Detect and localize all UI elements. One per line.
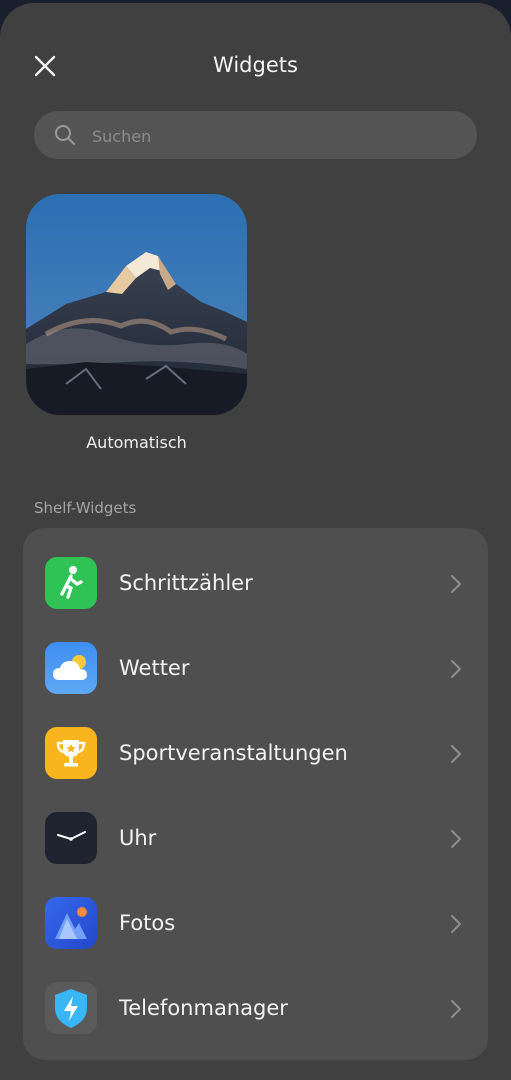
section-label: Shelf-Widgets [34, 499, 137, 517]
list-item-telefonmanager[interactable]: Telefonmanager [23, 966, 488, 1051]
mountain-photo [26, 194, 247, 415]
chevron-right-icon [451, 915, 461, 933]
widget-list: Schrittzähler Wetter Sportveranstaltunge… [23, 528, 488, 1060]
photos-icon [45, 897, 97, 949]
page-title: Widgets [213, 53, 298, 77]
chevron-right-icon [451, 830, 461, 848]
chevron-right-icon [451, 1000, 461, 1018]
list-item-label: Uhr [119, 826, 157, 850]
list-item-label: Fotos [119, 911, 176, 935]
list-item-label: Sportveranstaltungen [119, 741, 348, 765]
widgets-sheet: Widgets Suchen Automatisch Shelf-Widgets… [0, 3, 511, 1080]
chevron-right-icon [451, 745, 461, 763]
weather-icon [45, 642, 97, 694]
search-icon [55, 125, 75, 145]
wallpaper-label: Automatisch [86, 433, 187, 452]
pedometer-icon [45, 557, 97, 609]
wallpaper-auto-tile[interactable] [26, 194, 247, 415]
list-item-label: Wetter [119, 656, 190, 680]
list-item-sportveranstaltungen[interactable]: Sportveranstaltungen [23, 711, 488, 796]
search-input[interactable] [90, 111, 454, 161]
search-bar[interactable] [34, 111, 477, 161]
list-item-label: Schrittzähler [119, 571, 253, 595]
trophy-icon [45, 727, 97, 779]
phone-manager-icon [45, 982, 97, 1034]
list-item-schrittzaehler[interactable]: Schrittzähler [23, 541, 488, 626]
chevron-right-icon [451, 660, 461, 678]
clock-icon [45, 812, 97, 864]
list-item-uhr[interactable]: Uhr [23, 796, 488, 881]
list-item-wetter[interactable]: Wetter [23, 626, 488, 711]
list-item-label: Telefonmanager [119, 996, 288, 1020]
list-item-fotos[interactable]: Fotos [23, 881, 488, 966]
chevron-right-icon [451, 575, 461, 593]
